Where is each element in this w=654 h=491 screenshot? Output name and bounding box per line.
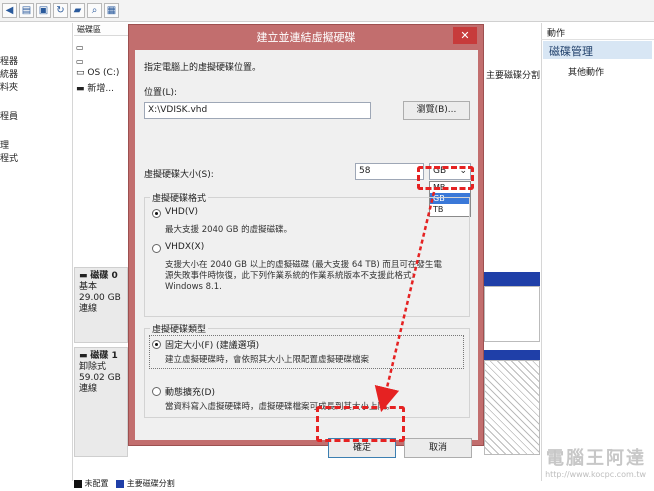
watermark-url: http://www.kocpc.com.tw xyxy=(545,470,646,479)
arrow-line xyxy=(374,191,436,413)
watermark-title: 電腦王阿達 xyxy=(546,448,646,469)
annotation-arrow xyxy=(374,191,436,413)
watermark: 電腦王阿達 http://www.kocpc.com.tw xyxy=(545,444,646,479)
